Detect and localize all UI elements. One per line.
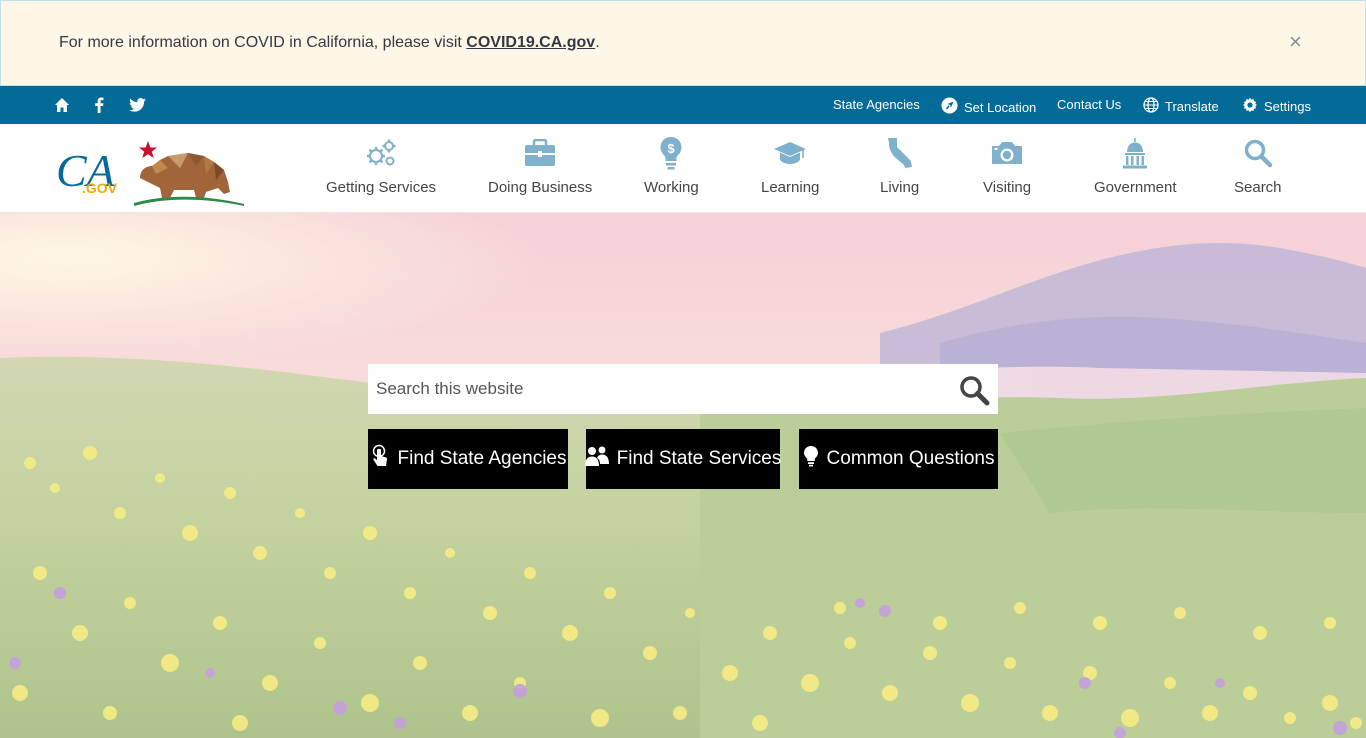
graduation-cap-icon	[772, 136, 808, 170]
translate-link[interactable]: Translate	[1143, 97, 1219, 116]
contact-us-link[interactable]: Contact Us	[1057, 97, 1121, 112]
search-icon	[1240, 136, 1276, 170]
money-bulb-icon: $	[653, 136, 689, 170]
nav-working-label: Working	[644, 179, 699, 196]
search-icon	[960, 376, 990, 406]
location-icon	[941, 97, 958, 117]
hero-section: Find State Agencies Find State Services …	[0, 213, 1366, 738]
covid-link[interactable]: COVID19.CA.gov	[466, 34, 595, 51]
nav-visiting-label: Visiting	[983, 179, 1032, 196]
hero-search-input[interactable]	[368, 364, 948, 414]
home-icon[interactable]	[53, 96, 71, 114]
utility-header: State Agencies Set Location Contact Us T…	[0, 86, 1366, 124]
set-location-label: Set Location	[964, 99, 1037, 115]
alert-message: For more information on COVID in Califor…	[59, 34, 600, 52]
set-location-link[interactable]: Set Location	[941, 97, 1036, 117]
covid-alert-banner: For more information on COVID in Califor…	[0, 0, 1366, 86]
common-questions-button[interactable]: Common Questions	[799, 429, 998, 489]
nav-search-label: Search	[1234, 179, 1282, 196]
gears-icon	[363, 136, 399, 170]
find-state-services-button[interactable]: Find State Services	[584, 429, 782, 489]
lightbulb-icon	[803, 445, 819, 473]
state-agencies-link[interactable]: State Agencies	[833, 97, 920, 112]
nav-learning-label: Learning	[761, 179, 820, 196]
alert-text-prefix: For more information on COVID in Califor…	[59, 34, 467, 51]
nav-government-label: Government	[1094, 179, 1177, 196]
alert-text-suffix: .	[595, 34, 600, 51]
find-state-agencies-label: Find State Agencies	[397, 448, 567, 469]
camera-icon	[989, 136, 1025, 170]
globe-icon	[1143, 97, 1159, 116]
people-icon	[584, 445, 609, 473]
pointer-hand-icon	[370, 444, 390, 474]
find-state-services-label: Find State Services	[616, 448, 782, 469]
capitol-icon	[1117, 136, 1153, 170]
nav-search[interactable]: Search	[1234, 136, 1282, 196]
nav-doing-business-label: Doing Business	[488, 179, 593, 196]
facebook-icon[interactable]	[90, 96, 108, 114]
twitter-icon[interactable]	[128, 96, 146, 114]
main-header: CA .GOV Getting Services Doing Business …	[0, 124, 1366, 213]
nav-living-label: Living	[880, 179, 920, 196]
translate-label: Translate	[1165, 99, 1219, 114]
svg-text:$: $	[668, 141, 676, 156]
find-state-agencies-button[interactable]: Find State Agencies	[368, 429, 568, 489]
close-alert-button[interactable]: ×	[1289, 30, 1302, 54]
state-agencies-label: State Agencies	[833, 97, 920, 112]
nav-learning[interactable]: Learning	[761, 136, 819, 196]
common-questions-label: Common Questions	[826, 448, 995, 469]
settings-label: Settings	[1264, 99, 1311, 114]
ca-gov-logo[interactable]: CA .GOV	[56, 132, 246, 208]
hero-search-button[interactable]	[958, 374, 990, 406]
nav-working[interactable]: $ Working	[644, 136, 699, 196]
nav-living[interactable]: Living	[880, 136, 919, 196]
nav-doing-business[interactable]: Doing Business	[488, 136, 592, 196]
nav-getting-services[interactable]: Getting Services	[326, 136, 436, 196]
nav-visiting[interactable]: Visiting	[983, 136, 1031, 196]
briefcase-icon	[522, 136, 558, 170]
california-state-icon	[882, 136, 918, 170]
settings-link[interactable]: Settings	[1242, 97, 1311, 116]
nav-getting-services-label: Getting Services	[326, 179, 437, 196]
logo-gov-text: .GOV	[82, 180, 118, 196]
gear-icon	[1242, 97, 1258, 116]
contact-us-label: Contact Us	[1057, 97, 1122, 112]
nav-government[interactable]: Government	[1094, 136, 1177, 196]
hero-search-box	[368, 364, 998, 414]
